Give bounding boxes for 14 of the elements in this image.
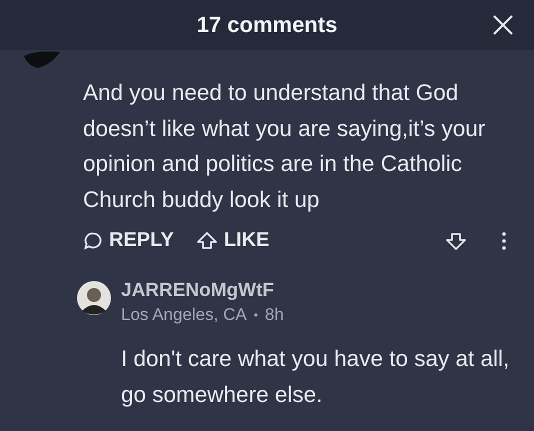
speech-bubble-icon bbox=[83, 230, 103, 250]
location: Los Angeles, CA bbox=[121, 305, 247, 325]
separator-dot: • bbox=[254, 308, 258, 322]
reply-text: I don't care what you have to say at all, go somewhere else. bbox=[121, 345, 510, 409]
close-icon[interactable] bbox=[492, 14, 514, 36]
more-icon[interactable] bbox=[501, 230, 507, 250]
down-arrow-icon[interactable] bbox=[445, 230, 467, 250]
reply-button[interactable]: REPLY bbox=[83, 229, 174, 252]
up-arrow-icon bbox=[196, 230, 218, 250]
comment-text: And you need to understand that God doesn’t like what you are saying,it’s your opinion and politics are in the Catholic Church buddy look it up bbox=[83, 79, 486, 214]
like-button[interactable]: LIKE bbox=[196, 229, 270, 252]
header-title: 17 comments bbox=[196, 12, 338, 38]
author-name[interactable]: JARRENoMgWtF bbox=[121, 280, 284, 302]
timestamp: 8h bbox=[264, 305, 284, 325]
